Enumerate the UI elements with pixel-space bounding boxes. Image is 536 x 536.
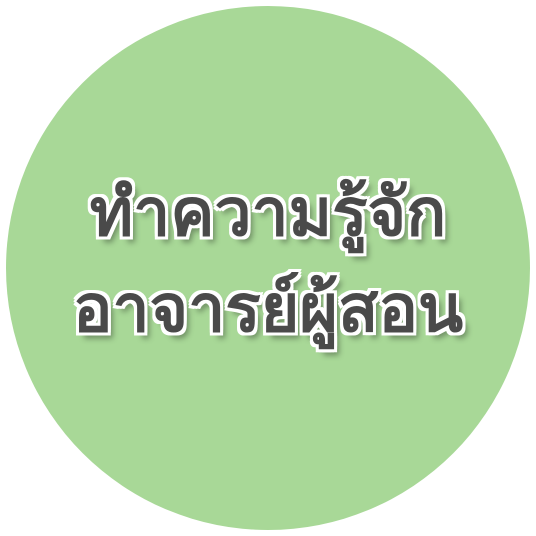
stage: ทำความรู้จัก อาจารย์ผู้สอน	[0, 0, 536, 536]
badge-title-line-2: อาจารย์ผู้สอน	[72, 269, 464, 348]
badge-title: ทำความรู้จัก อาจารย์ผู้สอน	[72, 165, 464, 357]
badge-title-line-1: ทำความรู้จัก	[89, 173, 447, 252]
green-circle-badge: ทำความรู้จัก อาจารย์ผู้สอน	[6, 6, 530, 530]
